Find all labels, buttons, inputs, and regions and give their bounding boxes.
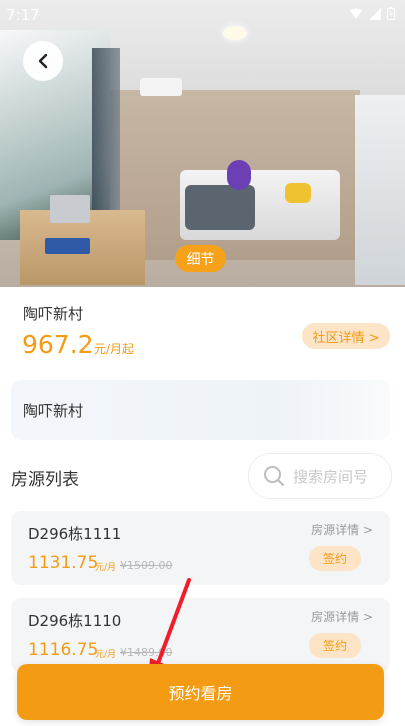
listing-price-unit: 元/月起 bbox=[94, 342, 135, 356]
photo-blanket bbox=[185, 185, 255, 230]
address-card[interactable]: 陶吓新村 bbox=[11, 380, 390, 440]
room-price: 1116.75 bbox=[28, 640, 99, 660]
chevron-left-icon bbox=[38, 53, 48, 69]
signal-icon bbox=[369, 7, 381, 20]
back-button[interactable] bbox=[23, 41, 63, 81]
room-detail-link[interactable]: 房源详情 > bbox=[311, 608, 373, 625]
sign-button[interactable]: 签约 bbox=[309, 546, 361, 571]
room-name: D296栋1110 bbox=[28, 612, 122, 630]
photo-door bbox=[355, 95, 405, 285]
room-card[interactable]: D296栋1111 1131.75 元/月 ¥1509.00 房源详情 > 签约 bbox=[11, 511, 390, 585]
listing-price: 967.2 bbox=[22, 330, 94, 359]
photo-air-conditioner bbox=[140, 78, 182, 96]
room-price-unit: 元/月 bbox=[95, 650, 117, 660]
room-price: 1131.75 bbox=[28, 553, 99, 573]
room-list-title: 房源列表 bbox=[11, 470, 79, 490]
listing-panel: 陶吓新村 967.2 元/月起 社区详情 > 陶吓新村 房源列表 搜索房间号 D… bbox=[0, 287, 405, 726]
room-price-unit: 元/月 bbox=[95, 563, 117, 573]
room-detail-link[interactable]: 房源详情 > bbox=[311, 521, 373, 538]
status-icons bbox=[349, 7, 395, 20]
community-name: 陶吓新村 bbox=[23, 305, 84, 323]
photo-pillow bbox=[285, 183, 311, 203]
status-time: 7:17 bbox=[6, 6, 40, 24]
room-search-input[interactable]: 搜索房间号 bbox=[248, 453, 392, 499]
sign-button[interactable]: 签约 bbox=[309, 633, 361, 658]
photo-detail-tag[interactable]: 细节 bbox=[175, 245, 226, 272]
wifi-icon bbox=[350, 8, 362, 19]
community-detail-button[interactable]: 社区详情 > bbox=[302, 323, 390, 349]
address-text: 陶吓新村 bbox=[23, 402, 84, 420]
search-placeholder: 搜索房间号 bbox=[293, 468, 369, 486]
photo-ceiling-lamp bbox=[223, 26, 247, 40]
photo-plush-toy bbox=[227, 160, 251, 190]
battery-icon bbox=[387, 7, 395, 20]
room-card[interactable]: D296栋1110 1116.75 元/月 ¥1489.00 房源详情 > 签约 bbox=[11, 598, 390, 672]
room-original-price: ¥1509.00 bbox=[120, 559, 173, 572]
book-viewing-button[interactable]: 预约看房 bbox=[17, 664, 384, 720]
room-photo[interactable]: 7:17 细节 bbox=[0, 0, 405, 287]
search-icon bbox=[264, 466, 284, 486]
room-name: D296栋1111 bbox=[28, 525, 122, 543]
photo-laptop bbox=[50, 195, 90, 223]
photo-book bbox=[45, 238, 90, 254]
